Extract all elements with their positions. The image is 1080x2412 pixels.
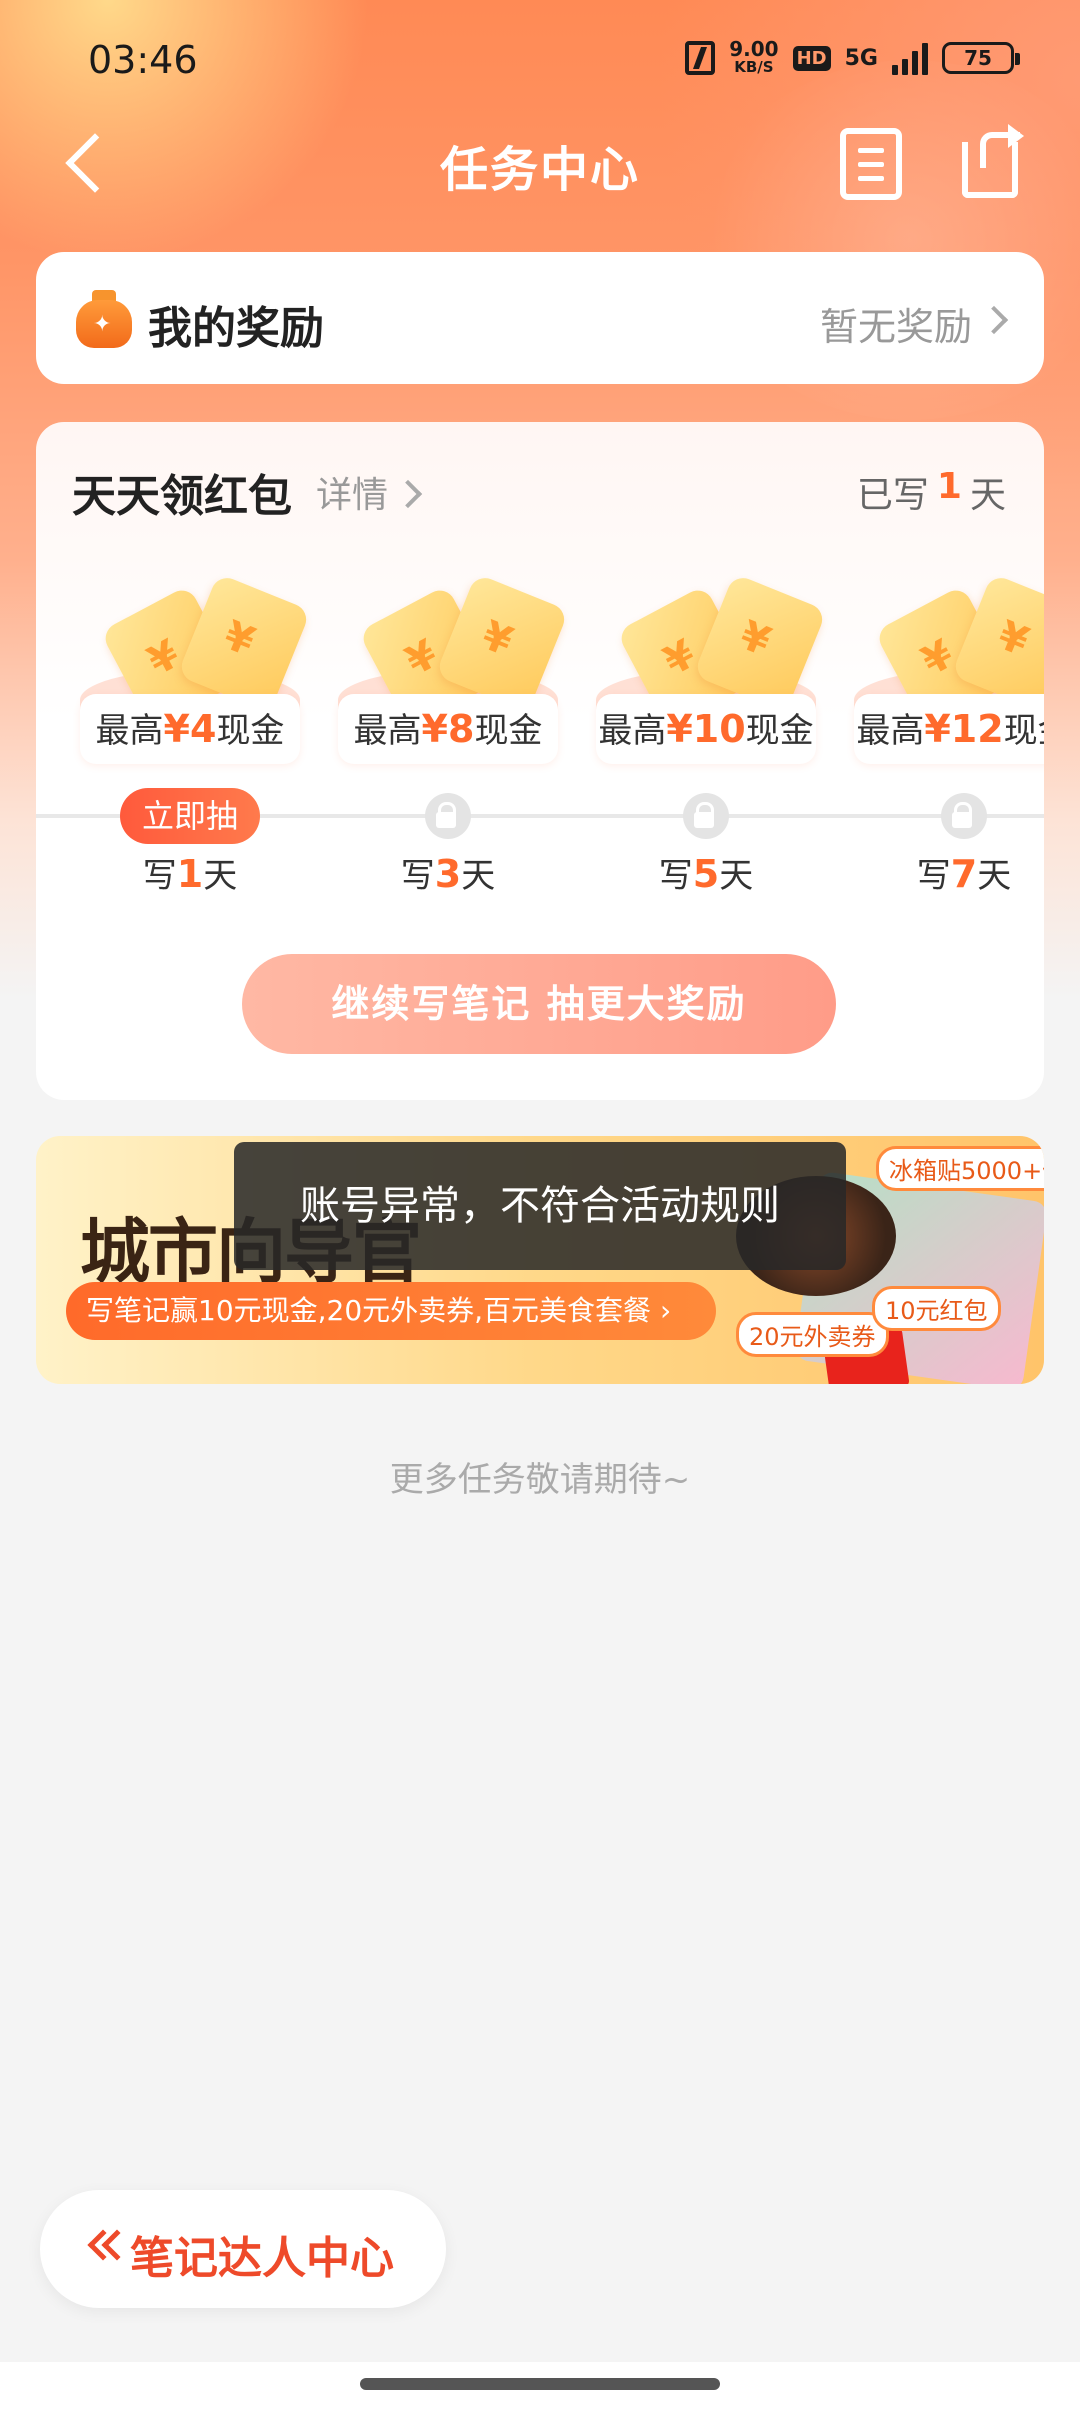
tier-amount-label: 最高¥12现金: [854, 694, 1044, 764]
page-title: 任务中心: [439, 142, 640, 198]
tier-amount-label: 最高¥8现金: [338, 694, 558, 764]
written-days: 已写 1 天: [857, 466, 1006, 518]
toast-message: 账号异常，不符合活动规则: [234, 1142, 846, 1270]
takeout-coupon-tag: 20元外卖券: [736, 1312, 889, 1357]
nfc-icon: [685, 41, 716, 75]
tier-amount-label: 最高¥10现金: [596, 694, 816, 764]
banner-strip: 写笔记赢10元现金,20元外卖券,百元美食套餐 ›: [66, 1282, 716, 1340]
double-chevron-left-icon: [84, 2229, 133, 2266]
page-header: 任务中心: [0, 118, 1080, 208]
status-time: 03:46: [88, 38, 198, 82]
rewards-status[interactable]: 暂无奖励: [820, 296, 972, 351]
fridge-magnet-tag: 冰箱贴5000+份: [876, 1146, 1044, 1191]
system-nav-bar: [0, 2362, 1080, 2412]
battery-icon: 75: [942, 42, 1020, 74]
chevron-right-icon: [979, 305, 1009, 335]
share-icon[interactable]: [962, 124, 1028, 200]
daily-detail-link[interactable]: 详情: [316, 466, 388, 518]
status-bar: 03:46 9.00 KB/S HD 5G 75: [0, 0, 1080, 120]
network-type: 5G: [844, 45, 878, 71]
day-requirement: 写5天: [658, 852, 754, 896]
speed-value: 9.00: [729, 37, 779, 61]
hd-badge: HD: [792, 45, 831, 71]
written-prefix: 已写: [856, 475, 929, 516]
document-icon[interactable]: [840, 128, 902, 200]
signal-icon: [892, 41, 928, 75]
status-icons: 9.00 KB/S HD 5G 75: [685, 37, 1020, 76]
day-requirement: 写1天: [142, 852, 238, 896]
chevron-right-icon: [393, 479, 423, 509]
my-rewards-card[interactable]: ✦ 我的奖励 暂无奖励: [36, 252, 1044, 384]
lock-icon: [425, 793, 471, 839]
daily-red-packet-card: 天天领红包 详情 已写 1 天 ¥ ¥ 最高¥4现金 ¥ ¥ 最高¥8现金 ¥ …: [36, 422, 1044, 1100]
daily-detail-label: 详情: [316, 475, 389, 516]
red-packet-tag: 10元红包: [872, 1286, 1001, 1331]
lock-icon: [941, 793, 987, 839]
battery-level: 75: [964, 46, 992, 70]
expert-center-label: 笔记达人中心: [130, 2233, 394, 2284]
written-suffix: 天: [969, 475, 1006, 516]
network-speed: 9.00 KB/S: [729, 37, 779, 76]
tier-amount-label: 最高¥4现金: [80, 694, 300, 764]
rewards-title: 我的奖励: [148, 303, 324, 354]
day-requirement: 写7天: [916, 852, 1012, 896]
speed-unit: KB/S: [734, 58, 774, 76]
more-tasks-text: 更多任务敬请期待~: [389, 1460, 691, 1500]
daily-title: 天天领红包: [72, 471, 292, 522]
written-count: 1: [936, 466, 962, 507]
money-bag-icon: ✦: [76, 290, 132, 348]
home-indicator[interactable]: [360, 2378, 720, 2390]
day-requirement: 写3天: [400, 852, 496, 896]
draw-now-button[interactable]: 立即抽: [120, 788, 260, 844]
note-expert-center-button[interactable]: 笔记达人中心: [40, 2190, 446, 2308]
continue-writing-button[interactable]: 继续写笔记 抽更大奖励: [242, 954, 836, 1054]
lock-icon: [683, 793, 729, 839]
